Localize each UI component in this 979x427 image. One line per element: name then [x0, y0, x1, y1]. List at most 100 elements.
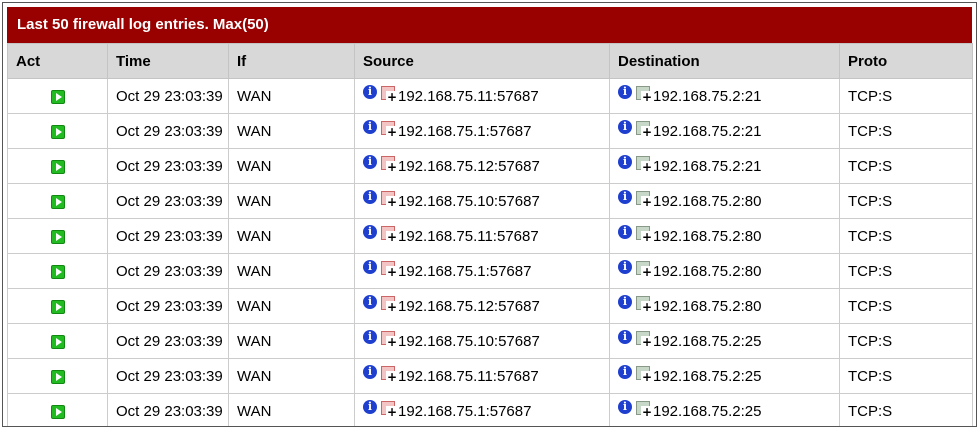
source-cell: i +192.168.75.11:57687	[354, 218, 610, 254]
proto-cell: TCP:S	[839, 78, 973, 114]
info-icon[interactable]: i	[363, 329, 377, 344]
easy-rule-pass-icon[interactable]: +	[636, 330, 653, 348]
act-cell	[7, 148, 108, 184]
proto-cell: TCP:S	[839, 393, 973, 426]
easy-rule-block-icon[interactable]: +	[381, 155, 398, 173]
info-icon[interactable]: i	[363, 224, 377, 239]
pass-icon[interactable]	[50, 159, 65, 174]
column-header-time[interactable]: Time	[107, 43, 229, 79]
pass-icon[interactable]	[50, 334, 65, 349]
source-address: 192.168.75.11:57687	[398, 87, 539, 105]
source-cell: i +192.168.75.1:57687	[354, 113, 610, 149]
info-icon[interactable]: i	[363, 364, 377, 379]
act-cell	[7, 218, 108, 254]
act-cell	[7, 183, 108, 219]
info-icon[interactable]: i	[363, 119, 377, 134]
table-row: Oct 29 23:03:39 WAN i +192.168.75.11:57687 i…	[7, 358, 973, 394]
act-cell	[7, 253, 108, 289]
easy-rule-block-icon[interactable]: +	[381, 295, 398, 313]
pass-icon[interactable]	[50, 264, 65, 279]
time-cell: Oct 29 23:03:39	[107, 113, 229, 149]
time-cell: Oct 29 23:03:39	[107, 358, 229, 394]
info-icon[interactable]: i	[618, 259, 632, 274]
info-icon[interactable]: i	[363, 84, 377, 99]
destination-address: 192.168.75.2:21	[653, 157, 762, 175]
easy-rule-pass-icon[interactable]: +	[636, 225, 653, 243]
destination-address: 192.168.75.2:21	[653, 122, 762, 140]
destination-address: 192.168.75.2:25	[653, 332, 762, 350]
source-cell: i +192.168.75.11:57687	[354, 78, 610, 114]
proto-cell: TCP:S	[839, 113, 973, 149]
source-address: 192.168.75.1:57687	[398, 122, 532, 140]
easy-rule-block-icon[interactable]: +	[381, 260, 398, 278]
easy-rule-pass-icon[interactable]: +	[636, 400, 653, 418]
info-icon[interactable]: i	[363, 189, 377, 204]
info-icon[interactable]: i	[363, 399, 377, 414]
destination-cell: i +192.168.75.2:80	[609, 218, 840, 254]
interface-cell: WAN	[228, 393, 355, 426]
info-icon[interactable]: i	[618, 189, 632, 204]
pass-icon[interactable]	[50, 299, 65, 314]
info-icon[interactable]: i	[618, 364, 632, 379]
easy-rule-pass-icon[interactable]: +	[636, 155, 653, 173]
pass-icon[interactable]	[50, 229, 65, 244]
source-address: 192.168.75.1:57687	[398, 262, 532, 280]
info-icon[interactable]: i	[618, 329, 632, 344]
destination-address: 192.168.75.2:25	[653, 367, 762, 385]
easy-rule-block-icon[interactable]: +	[381, 120, 398, 138]
info-icon[interactable]: i	[618, 154, 632, 169]
info-icon[interactable]: i	[618, 84, 632, 99]
easy-rule-block-icon[interactable]: +	[381, 85, 398, 103]
easy-rule-block-icon[interactable]: +	[381, 330, 398, 348]
destination-address: 192.168.75.2:25	[653, 402, 762, 420]
column-header-destination[interactable]: Destination	[609, 43, 840, 79]
act-cell	[7, 288, 108, 324]
table-header-row: Act Time If Source Destination Proto	[7, 43, 973, 79]
pass-icon[interactable]	[50, 369, 65, 384]
easy-rule-block-icon[interactable]: +	[381, 400, 398, 418]
proto-cell: TCP:S	[839, 288, 973, 324]
info-icon[interactable]: i	[618, 224, 632, 239]
table-row: Oct 29 23:03:39 WAN i +192.168.75.12:57687 i…	[7, 288, 973, 324]
easy-rule-block-icon[interactable]: +	[381, 365, 398, 383]
easy-rule-block-icon[interactable]: +	[381, 225, 398, 243]
info-icon[interactable]: i	[363, 154, 377, 169]
pass-icon[interactable]	[50, 89, 65, 104]
interface-cell: WAN	[228, 183, 355, 219]
easy-rule-pass-icon[interactable]: +	[636, 295, 653, 313]
easy-rule-pass-icon[interactable]: +	[636, 190, 653, 208]
info-icon[interactable]: i	[363, 259, 377, 274]
easy-rule-pass-icon[interactable]: +	[636, 85, 653, 103]
pass-icon[interactable]	[50, 124, 65, 139]
time-cell: Oct 29 23:03:39	[107, 148, 229, 184]
firewall-log-table: Act Time If Source Destination Proto Oct…	[7, 43, 973, 426]
source-address: 192.168.75.1:57687	[398, 402, 532, 420]
table-row: Oct 29 23:03:39 WAN i +192.168.75.12:57687 i…	[7, 148, 973, 184]
easy-rule-pass-icon[interactable]: +	[636, 365, 653, 383]
info-icon[interactable]: i	[363, 294, 377, 309]
column-header-source[interactable]: Source	[354, 43, 610, 79]
act-cell	[7, 393, 108, 426]
column-header-if[interactable]: If	[228, 43, 355, 79]
time-cell: Oct 29 23:03:39	[107, 218, 229, 254]
source-address: 192.168.75.12:57687	[398, 157, 540, 175]
destination-address: 192.168.75.2:80	[653, 262, 762, 280]
easy-rule-pass-icon[interactable]: +	[636, 260, 653, 278]
act-cell	[7, 358, 108, 394]
source-address: 192.168.75.10:57687	[398, 192, 540, 210]
time-cell: Oct 29 23:03:39	[107, 253, 229, 289]
column-header-proto[interactable]: Proto	[839, 43, 973, 79]
destination-address: 192.168.75.2:80	[653, 297, 762, 315]
info-icon[interactable]: i	[618, 119, 632, 134]
easy-rule-pass-icon[interactable]: +	[636, 120, 653, 138]
destination-address: 192.168.75.2:21	[653, 87, 762, 105]
pass-icon[interactable]	[50, 404, 65, 419]
source-cell: i +192.168.75.12:57687	[354, 288, 610, 324]
column-header-act[interactable]: Act	[7, 43, 108, 79]
info-icon[interactable]: i	[618, 399, 632, 414]
pass-icon[interactable]	[50, 194, 65, 209]
interface-cell: WAN	[228, 218, 355, 254]
info-icon[interactable]: i	[618, 294, 632, 309]
destination-cell: i +192.168.75.2:80	[609, 288, 840, 324]
easy-rule-block-icon[interactable]: +	[381, 190, 398, 208]
